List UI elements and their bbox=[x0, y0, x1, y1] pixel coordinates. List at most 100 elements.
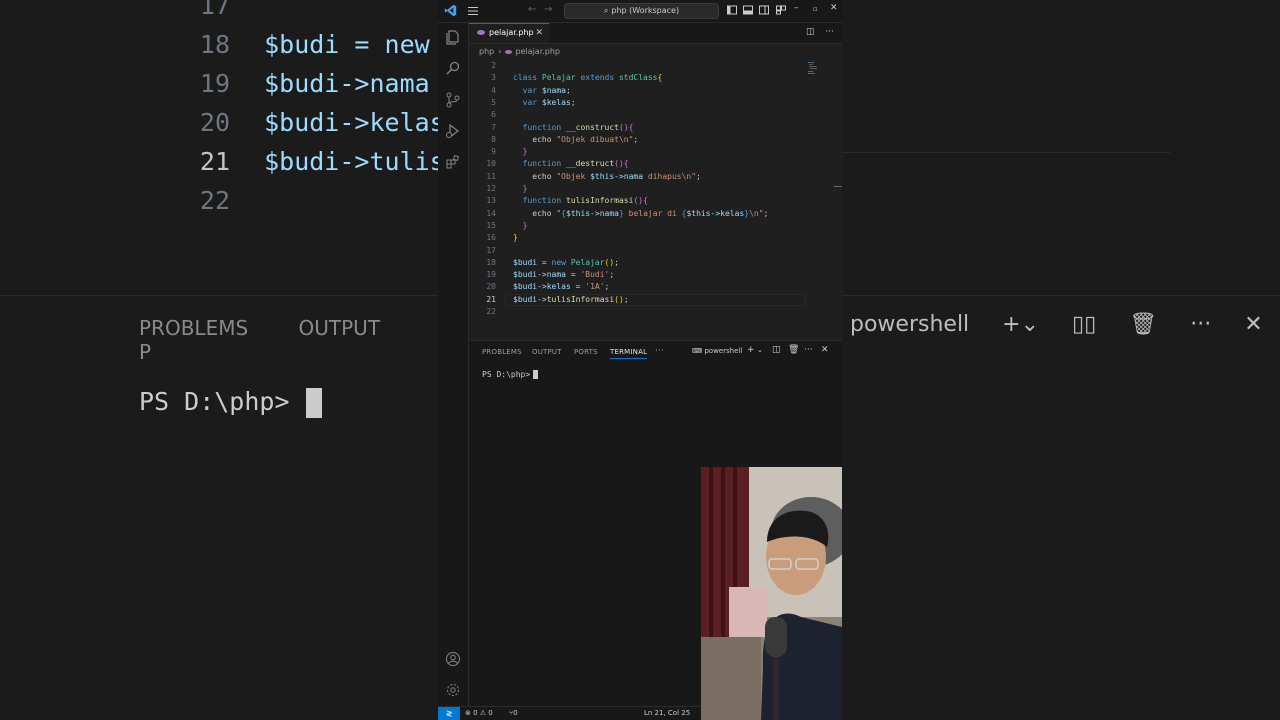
terminal-icon: ⌨ bbox=[692, 347, 703, 355]
code-token: "Objek bbox=[556, 171, 591, 181]
zoomed-line-number: 22 bbox=[199, 186, 230, 215]
toggle-secondary-sidebar-icon[interactable] bbox=[759, 5, 769, 15]
tab-problems[interactable]: PROBLEMS bbox=[482, 348, 522, 356]
command-center-search[interactable]: ⌕ php (Workspace) bbox=[564, 3, 719, 19]
line-number: 2 bbox=[491, 61, 496, 70]
line-content: $budi = new Pelajar(); bbox=[513, 257, 619, 269]
explorer-icon[interactable] bbox=[445, 29, 461, 45]
line-content: class Pelajar extends stdClass{ bbox=[513, 72, 662, 84]
forward-arrow-icon[interactable]: → bbox=[544, 4, 552, 15]
minimize-icon[interactable]: – bbox=[794, 3, 799, 13]
code-line[interactable]: 15 } bbox=[469, 220, 842, 232]
breadcrumb-folder[interactable]: php bbox=[479, 47, 494, 56]
close-tab-icon[interactable]: ✕ bbox=[535, 24, 543, 42]
code-token: } bbox=[522, 147, 528, 157]
code-line[interactable]: 12 } bbox=[469, 183, 842, 195]
line-content: $budi->tulisInformasi(); bbox=[513, 294, 629, 306]
code-line[interactable]: 5 var $kelas; bbox=[469, 97, 842, 109]
search-sidebar-icon[interactable] bbox=[445, 60, 461, 76]
code-token: function bbox=[522, 159, 566, 169]
code-token: (){ bbox=[633, 196, 648, 206]
customize-layout-icon[interactable] bbox=[776, 5, 786, 15]
remote-indicator-icon[interactable]: ≷ bbox=[438, 707, 460, 720]
problems-counter[interactable]: ⊗ 0 ⚠ 0 bbox=[465, 709, 493, 717]
toggle-panel-icon[interactable] bbox=[743, 5, 753, 15]
code-line[interactable]: 2 bbox=[469, 60, 842, 72]
close-window-icon[interactable]: ✕ bbox=[830, 3, 838, 13]
line-number: 8 bbox=[491, 134, 496, 144]
panel-actions-more-icon[interactable]: ··· bbox=[804, 345, 813, 355]
extensions-icon[interactable] bbox=[445, 154, 461, 170]
code-line[interactable]: 17 bbox=[469, 245, 842, 257]
code-line[interactable]: 9 } bbox=[469, 146, 842, 158]
back-arrow-icon[interactable]: ← bbox=[528, 4, 536, 15]
close-panel-icon[interactable]: ✕ bbox=[821, 345, 829, 355]
code-token: nama bbox=[546, 270, 566, 280]
code-line[interactable]: 10 function __destruct(){ bbox=[469, 158, 842, 170]
trash-icon[interactable]: 🗑 bbox=[788, 345, 799, 355]
code-token: var bbox=[522, 85, 542, 95]
code-token: ; bbox=[623, 294, 629, 304]
code-line[interactable]: 19 $budi->nama = 'Budi'; bbox=[469, 269, 842, 281]
zoomed-divider-right-2 bbox=[842, 295, 1280, 296]
code-token: dihapus\n" bbox=[643, 171, 697, 181]
code-line[interactable]: 20 $budi->kelas = '1A'; bbox=[469, 281, 842, 293]
zoomed-line-number: 17 bbox=[199, 0, 230, 20]
line-number: 18 bbox=[486, 257, 496, 267]
maximize-icon[interactable]: ▫ bbox=[813, 5, 818, 13]
code-token: echo bbox=[513, 134, 557, 144]
line-number: 16 bbox=[486, 233, 496, 243]
line-content: echo "Objek $this->nama dihapus\n"; bbox=[513, 171, 701, 183]
editor-tabs: pelajar.php ✕ ◫ ··· bbox=[469, 23, 842, 44]
split-editor-icon[interactable]: ◫ bbox=[806, 27, 815, 37]
zoomed-code-line: 19 $budi->nama = bbox=[150, 69, 438, 108]
code-line[interactable]: 11 echo "Objek $this->nama dihapus\n"; bbox=[469, 171, 842, 183]
code-line[interactable]: 14 echo "{$this->nama} belajar di {$this… bbox=[469, 208, 842, 220]
code-line[interactable]: 18 $budi = new Pelajar(); bbox=[469, 257, 842, 269]
zoomed-line-text bbox=[234, 0, 264, 20]
code-line[interactable]: 7 function __construct(){ bbox=[469, 122, 842, 134]
menu-icon[interactable] bbox=[467, 5, 479, 17]
code-line[interactable]: 13 function tulisInformasi(){ bbox=[469, 195, 842, 207]
toggle-primary-sidebar-icon[interactable] bbox=[727, 5, 737, 15]
tab-ports[interactable]: PORTS bbox=[574, 348, 598, 356]
code-editor[interactable]: 2 3 class Pelajar extends stdClass{4 var $… bbox=[469, 60, 842, 340]
tab-terminal[interactable]: TERMINAL bbox=[610, 348, 648, 359]
code-line[interactable]: 8 echo "Objek dibuat\n"; bbox=[469, 134, 842, 146]
code-line[interactable]: 6 bbox=[469, 109, 842, 121]
code-line[interactable]: 21 $budi->tulisInformasi(); bbox=[469, 293, 842, 306]
zoomed-code-line: 20 $budi->kelas bbox=[150, 108, 438, 147]
code-token: -> bbox=[537, 270, 547, 280]
settings-gear-icon[interactable] bbox=[445, 682, 461, 698]
terminal-shell-selector[interactable]: ⌨ powershell bbox=[692, 347, 742, 355]
more-actions-icon[interactable]: ··· bbox=[825, 27, 834, 37]
code-token: (){ bbox=[618, 122, 634, 132]
code-line[interactable]: 3 class Pelajar extends stdClass{ bbox=[469, 72, 842, 84]
line-content: } bbox=[513, 232, 518, 244]
breadcrumb-file[interactable]: pelajar.php bbox=[515, 47, 560, 56]
code-line[interactable]: 16} bbox=[469, 232, 842, 244]
accounts-icon[interactable] bbox=[445, 651, 461, 667]
zoomed-tab-output: OUTPUT bbox=[298, 316, 381, 340]
new-terminal-icon[interactable]: + bbox=[747, 345, 755, 355]
minimap[interactable] bbox=[808, 62, 822, 74]
code-token: class bbox=[513, 73, 542, 83]
zoomed-line-text bbox=[234, 186, 264, 215]
line-number: 9 bbox=[491, 147, 496, 157]
ports-counter[interactable]: ⑂0 bbox=[509, 709, 518, 717]
tab-output[interactable]: OUTPUT bbox=[532, 348, 562, 356]
code-token: tulisInformasi bbox=[546, 294, 615, 304]
terminal[interactable]: PS D:\php> bbox=[482, 370, 539, 379]
search-label: php (Workspace) bbox=[611, 6, 680, 15]
code-line[interactable]: 22 bbox=[469, 306, 842, 318]
panel-more-icon[interactable]: ··· bbox=[655, 346, 664, 356]
cursor-position[interactable]: Ln 21, Col 25 bbox=[644, 709, 690, 717]
code-line[interactable]: 4 var $nama; bbox=[469, 85, 842, 97]
tab-pelajar-php[interactable]: pelajar.php ✕ bbox=[469, 23, 549, 43]
run-debug-icon[interactable] bbox=[445, 123, 461, 139]
split-terminal-icon[interactable]: ◫ bbox=[772, 345, 781, 355]
code-token: \n" bbox=[749, 208, 764, 218]
source-control-icon[interactable] bbox=[445, 92, 461, 108]
chevron-down-icon[interactable]: ⌄ bbox=[757, 346, 763, 354]
zoomed-terminal-tools: powershell +⌄ ▯▯ 🗑 ··· ✕ bbox=[850, 312, 1280, 337]
